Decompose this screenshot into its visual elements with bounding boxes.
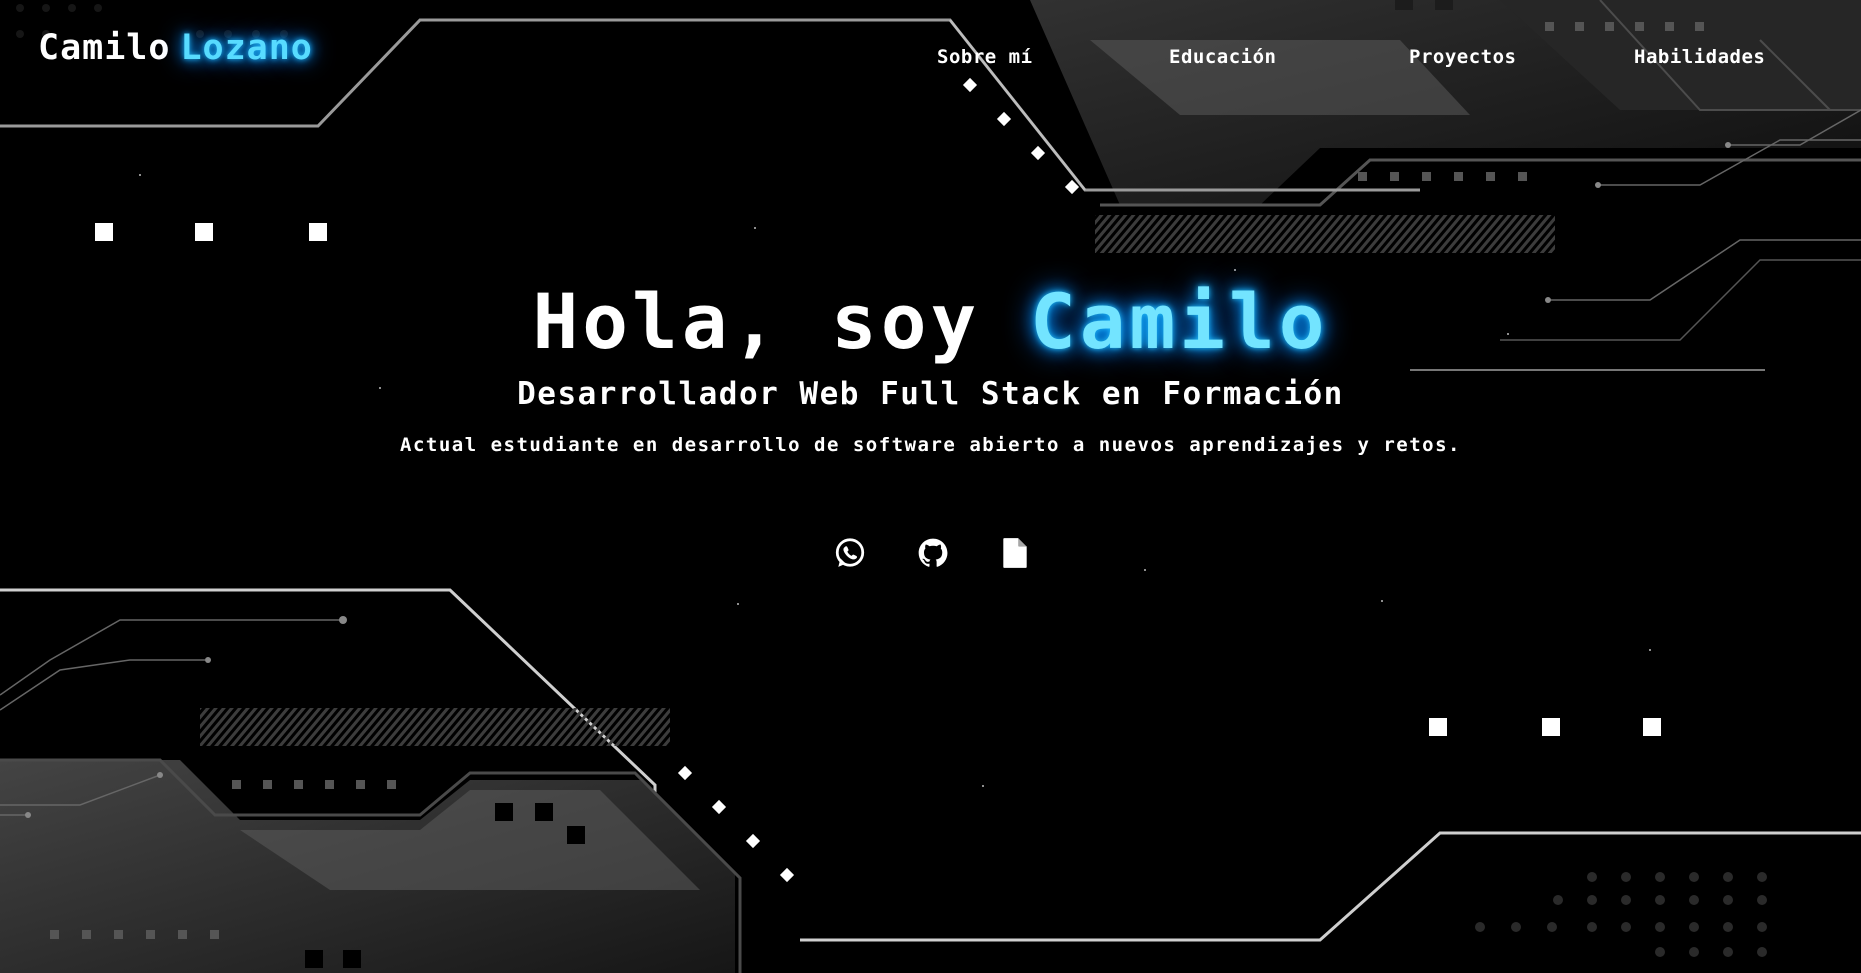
nav-link-sobre-mi[interactable]: Sobre mí xyxy=(937,46,1033,68)
brand-first-name: Camilo xyxy=(38,28,171,68)
github-icon xyxy=(918,538,948,567)
cv-file-link[interactable] xyxy=(998,534,1032,572)
file-icon xyxy=(1003,538,1027,568)
hero-title: Hola, soy Camilo xyxy=(0,284,1861,360)
nav-link-proyectos[interactable]: Proyectos xyxy=(1409,46,1516,68)
hero-subtitle: Desarrollador Web Full Stack en Formació… xyxy=(517,376,1344,412)
nav-link-habilidades[interactable]: Habilidades xyxy=(1634,46,1765,68)
nav-link-educacion[interactable]: Educación xyxy=(1169,46,1276,68)
brand-last-name: Lozano xyxy=(180,28,313,68)
hero-name: Camilo xyxy=(1030,277,1329,366)
github-link[interactable] xyxy=(916,534,950,572)
whatsapp-icon xyxy=(835,538,865,567)
brand-logo[interactable]: Camilo Lozano xyxy=(38,28,313,68)
social-links xyxy=(833,534,1033,574)
hero-greeting: Hola, soy xyxy=(532,277,1030,366)
whatsapp-link[interactable] xyxy=(833,534,867,572)
hero-description: Actual estudiante en desarrollo de softw… xyxy=(400,434,1461,456)
circuit-background xyxy=(0,0,1861,973)
